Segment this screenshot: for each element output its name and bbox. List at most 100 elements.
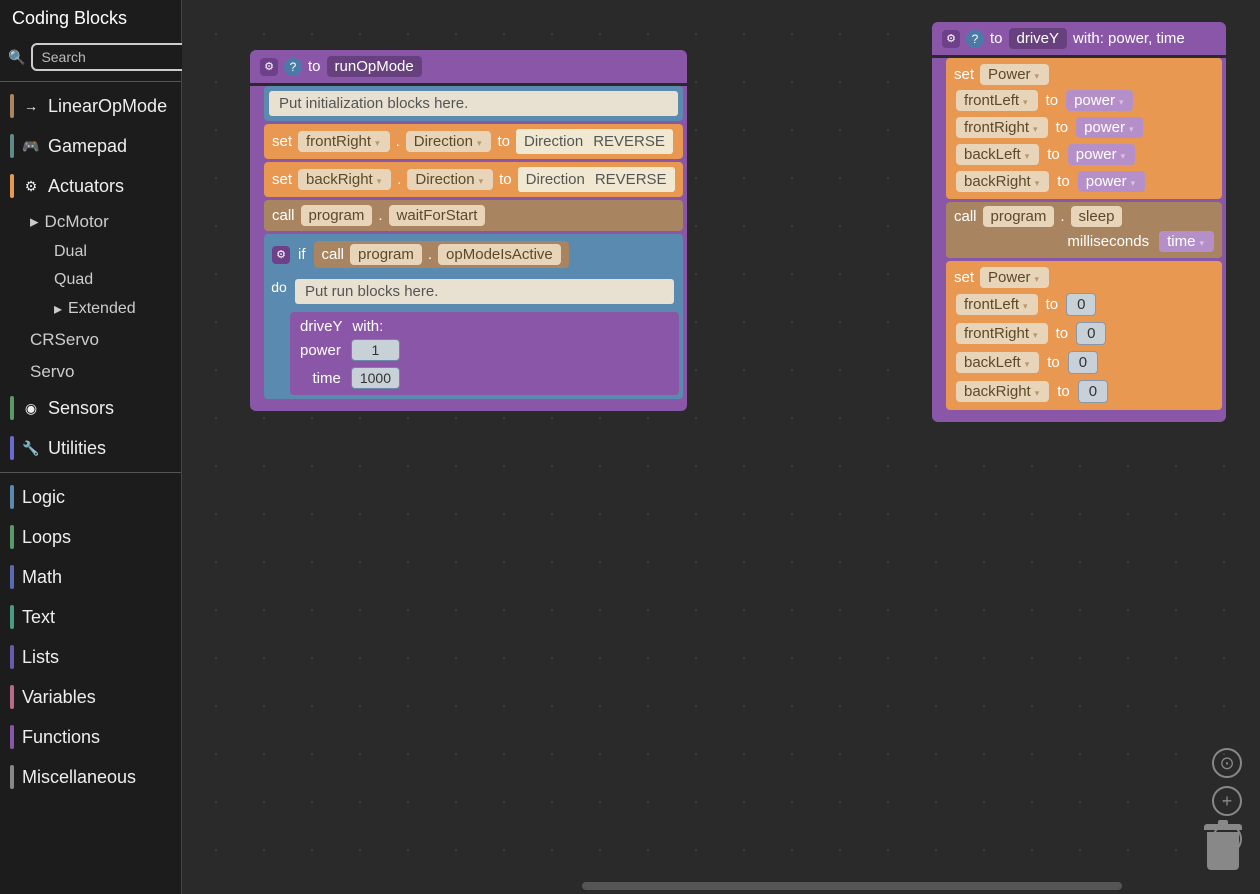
gear-icon[interactable]: ⚙ [272,246,290,264]
call-sleep[interactable]: call program . sleep milliseconds time [946,202,1222,258]
property-dropdown[interactable]: Power [980,267,1049,288]
category-text[interactable]: Text [0,597,181,637]
gear-icon[interactable]: ⚙ [260,58,278,76]
subcategory-dual[interactable]: Dual [0,238,181,266]
value-zero[interactable]: 0 [1076,322,1106,345]
to-keyword: to [1046,296,1059,313]
call-waitforstart[interactable]: call program . waitForStart [264,200,683,231]
comment-block[interactable]: Put run blocks here. [290,274,679,309]
workspace-canvas[interactable]: ⚙ ? to runOpMode Put initialization bloc… [182,0,1260,894]
set-power-header: set Power [950,265,1218,290]
category-variables[interactable]: Variables [0,677,181,717]
motor-dropdown[interactable]: backRight [956,381,1049,402]
if-body: do Put run blocks here. driveY with: pow… [268,271,679,395]
trash-button[interactable] [1204,824,1242,874]
comment-text[interactable]: Put initialization blocks here. [269,91,678,116]
call-keyword: call [272,207,295,224]
param-time-value[interactable]: 1000 [351,367,400,389]
motor-dropdown[interactable]: frontRight [956,323,1048,344]
search-icon: 🔍 [8,49,25,66]
function-hat[interactable]: ⚙ ? to runOpMode [250,50,687,83]
expand-icon: ▸ [54,299,62,319]
to-keyword: to [497,133,510,150]
arrow-right-icon: → [22,98,40,114]
category-functions[interactable]: Functions [0,717,181,757]
var-power[interactable]: power [1076,117,1143,138]
motor-dropdown[interactable]: backLeft [956,352,1039,373]
direction-value-slot[interactable]: Direction REVERSE [518,167,675,192]
category-loops[interactable]: Loops [0,517,181,557]
function-hat[interactable]: ⚙ ? to driveY with: power, time [932,22,1226,55]
function-name[interactable]: runOpMode [327,56,422,77]
var-power[interactable]: power [1066,90,1133,111]
set-power-zero-block[interactable]: set Power frontLeft to 0 frontRight to 0 [946,261,1222,410]
category-linearopmode[interactable]: → LinearOpMode [0,86,181,126]
set-direction-frontright[interactable]: set frontRight . Direction to Direction … [264,124,683,159]
motor-dropdown[interactable]: frontRight [956,117,1048,138]
function-runopmode[interactable]: ⚙ ? to runOpMode Put initialization bloc… [250,50,687,411]
subcategory-quad[interactable]: Quad [0,266,181,294]
subcategory-extended[interactable]: ▸Extended [0,294,181,324]
category-math[interactable]: Math [0,557,181,597]
motor-dropdown[interactable]: backLeft [956,144,1039,165]
help-icon[interactable]: ? [966,30,984,48]
subcategory-label: CRServo [30,330,99,350]
subcategory-crservo[interactable]: CRServo [0,324,181,356]
property-dropdown[interactable]: Direction [407,169,493,190]
motor-row-backright: backRight to 0 [956,377,1218,406]
comment-block[interactable]: Put initialization blocks here. [264,86,683,121]
category-actuators[interactable]: ⚙ Actuators [0,166,181,206]
value-zero[interactable]: 0 [1078,380,1108,403]
comment-text[interactable]: Put run blocks here. [295,279,674,304]
motor-dropdown[interactable]: backRight [956,171,1049,192]
set-direction-backright[interactable]: set backRight . Direction to Direction R… [264,162,683,197]
motor-row-frontright: frontRight to power [956,114,1218,141]
milliseconds-label: milliseconds [1067,233,1149,250]
category-label: Sensors [48,398,114,419]
call-opmodeisactive[interactable]: call program . opModeIsActive [314,241,569,268]
motor-row-backright: backRight to power [956,168,1218,195]
subcategory-label: DcMotor [45,212,109,232]
subcategory-dcmotor[interactable]: ▸ DcMotor [0,206,181,238]
motor-dropdown[interactable]: frontLeft [956,90,1038,111]
set-power-block[interactable]: set Power frontLeft to power frontRight … [946,58,1222,199]
horizontal-scrollbar[interactable] [582,882,1122,890]
category-gamepad[interactable]: 🎮 Gamepad [0,126,181,166]
category-color [10,525,14,549]
param-time-label: time [300,370,341,387]
category-label: LinearOpMode [48,96,167,117]
function-name[interactable]: driveY [1009,28,1068,49]
motor-dropdown[interactable]: frontLeft [956,294,1038,315]
motor-dropdown[interactable]: backRight [298,169,391,190]
if-block[interactable]: ⚙ if call program . opModeIsActive do Pu… [264,234,683,399]
category-label: Functions [22,727,100,748]
param-power-value[interactable]: 1 [351,339,400,361]
category-color [10,174,14,198]
subcategory-label: Dual [54,243,87,261]
divider [0,81,181,82]
var-time[interactable]: time [1159,231,1214,252]
set-keyword: set [272,171,292,188]
var-power[interactable]: power [1078,171,1145,192]
value-zero[interactable]: 0 [1068,351,1098,374]
property-dropdown[interactable]: Direction [406,131,492,152]
gear-icon[interactable]: ⚙ [942,30,960,48]
to-keyword: to [499,171,512,188]
function-drivey[interactable]: ⚙ ? to driveY with: power, time set Powe… [932,22,1226,422]
category-sensors[interactable]: ◉ Sensors [0,388,181,428]
var-power[interactable]: power [1068,144,1135,165]
subcategory-servo[interactable]: Servo [0,356,181,388]
value-zero[interactable]: 0 [1066,293,1096,316]
category-lists[interactable]: Lists [0,637,181,677]
property-dropdown[interactable]: Power [980,64,1049,85]
help-icon[interactable]: ? [284,58,302,76]
direction-value-slot[interactable]: Direction REVERSE [516,129,673,154]
motor-dropdown[interactable]: frontRight [298,131,390,152]
category-miscellaneous[interactable]: Miscellaneous [0,757,181,797]
call-drivey[interactable]: driveY with: power 1 time 1000 [290,312,679,395]
category-logic[interactable]: Logic [0,477,181,517]
center-button[interactable]: ⊙ [1212,748,1242,778]
call-keyword: call [954,208,977,225]
category-utilities[interactable]: 🔧 Utilities [0,428,181,468]
zoom-in-button[interactable]: + [1212,786,1242,816]
